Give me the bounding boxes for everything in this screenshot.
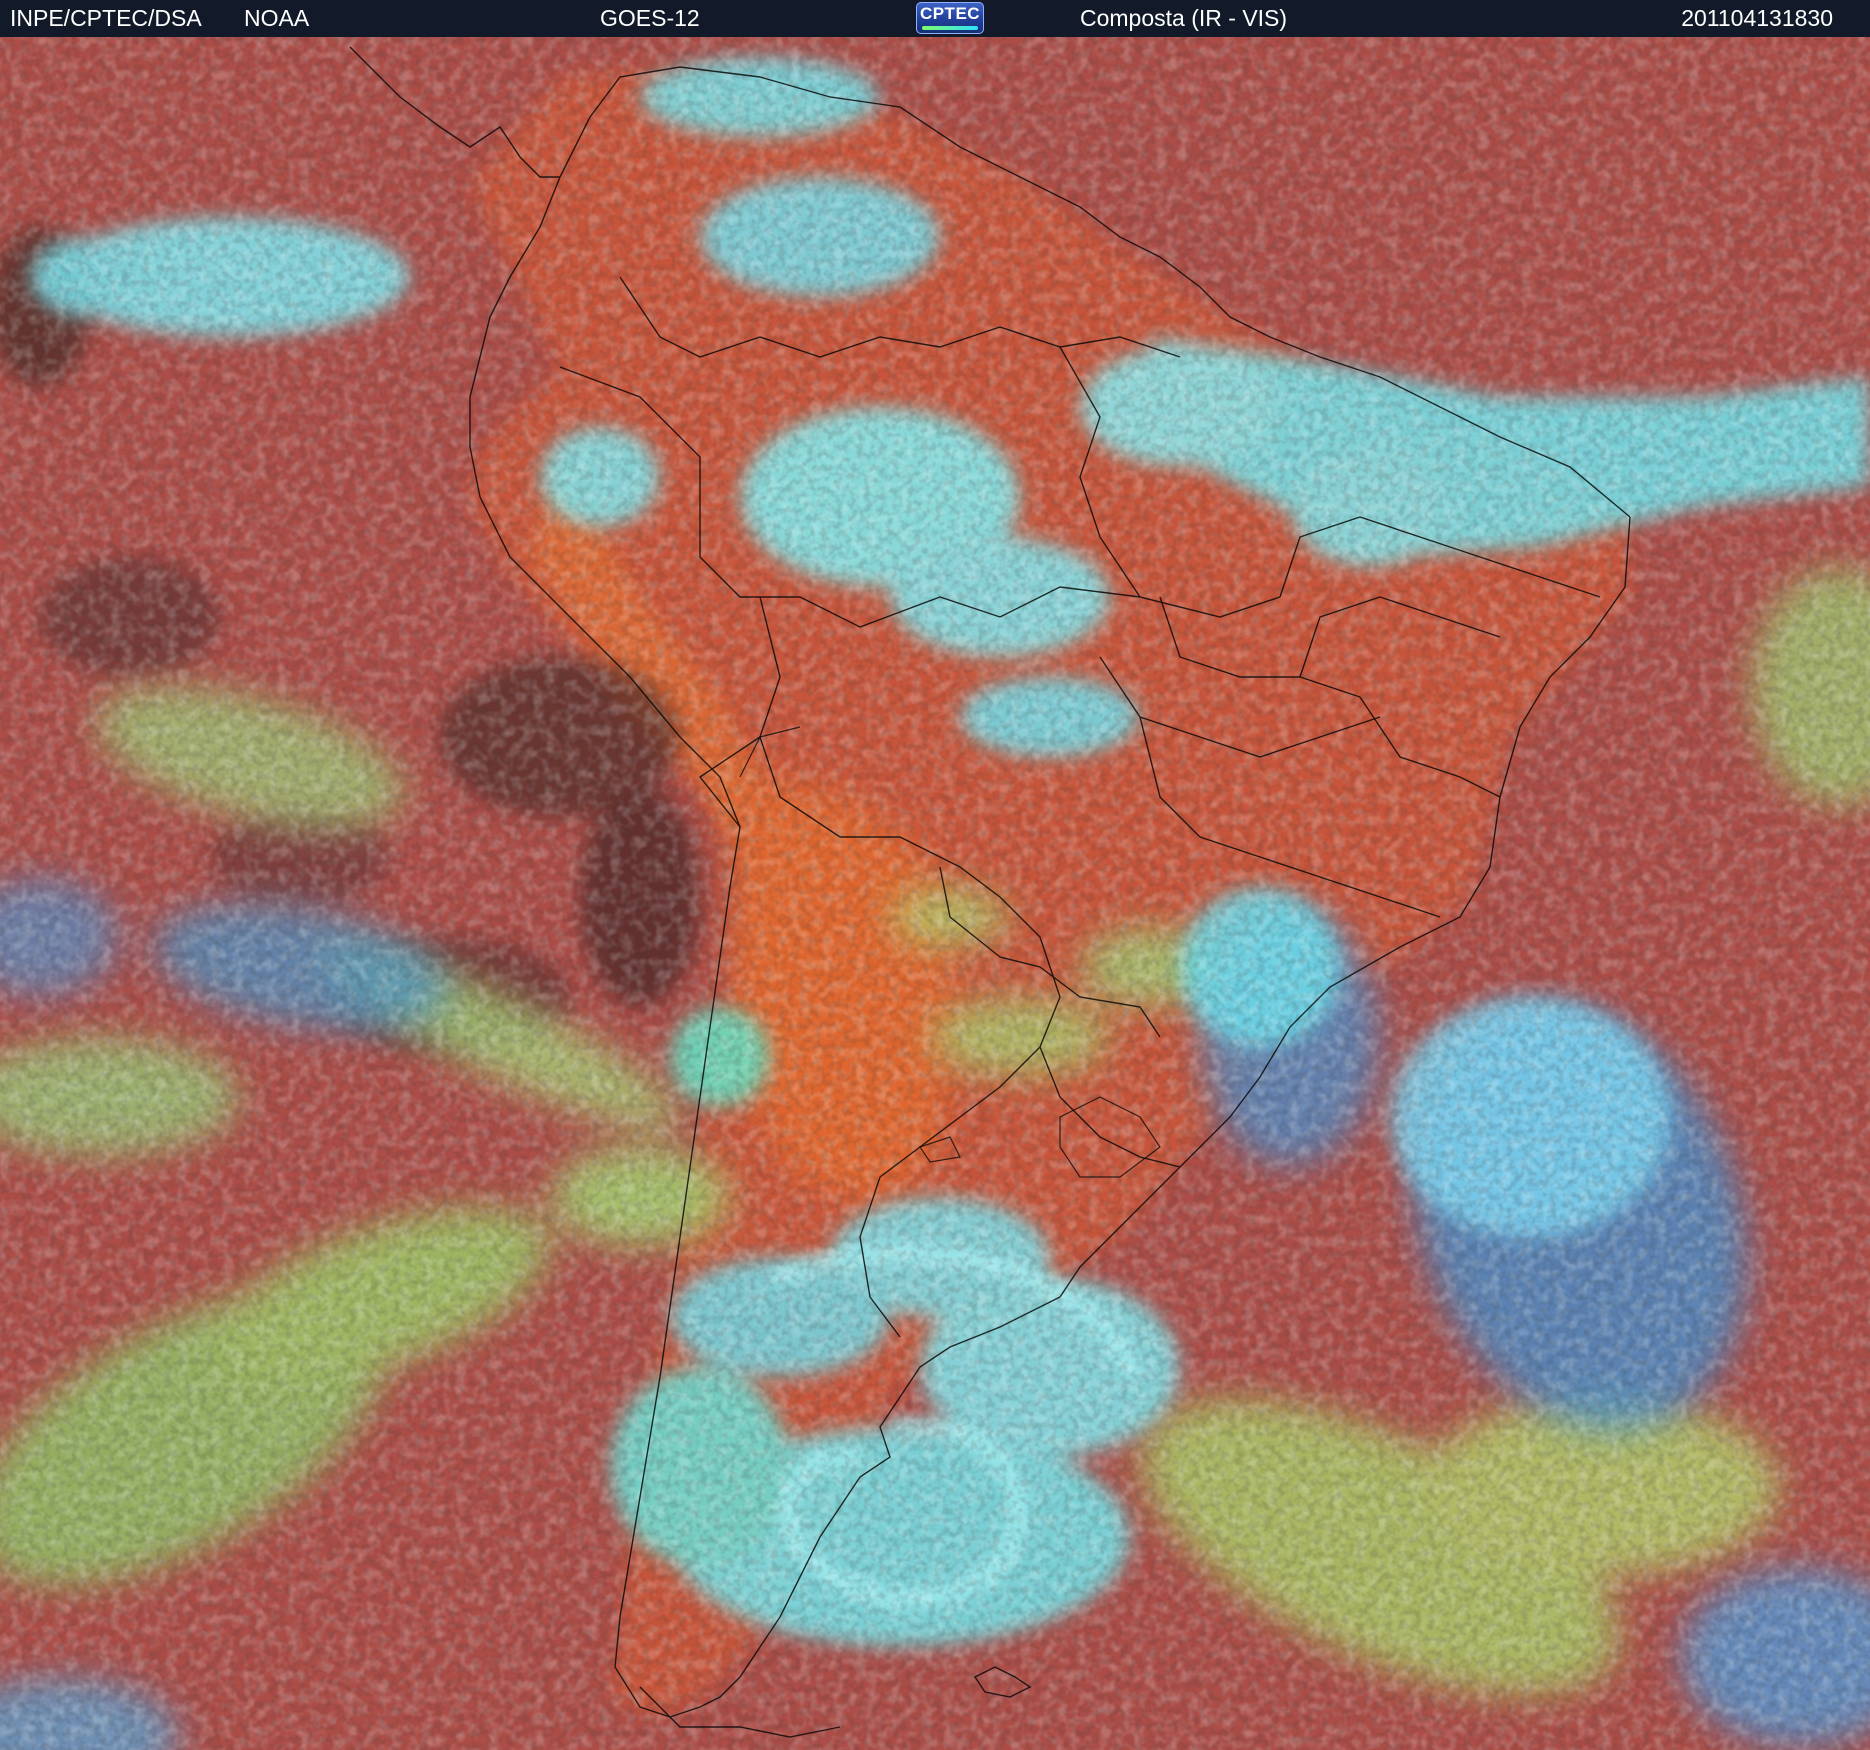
cptec-logo-text: CPTEC [919, 4, 981, 23]
timestamp-label: 201104131830 [1681, 5, 1833, 31]
partner-label: NOAA [244, 5, 310, 31]
satellite-composite-map [0, 37, 1870, 1750]
satellite-image-viewer: INPE/CPTEC/DSA NOAA GOES-12 CPTEC Compos… [0, 0, 1870, 1750]
logo-swoosh-icon [922, 26, 978, 30]
satellite-label: GOES-12 [600, 5, 700, 31]
product-label: Composta (IR - VIS) [1080, 5, 1288, 31]
image-header-bar: INPE/CPTEC/DSA NOAA GOES-12 CPTEC Compos… [0, 0, 1870, 37]
cptec-logo: CPTEC [916, 2, 984, 34]
agency-label: INPE/CPTEC/DSA [10, 5, 202, 31]
